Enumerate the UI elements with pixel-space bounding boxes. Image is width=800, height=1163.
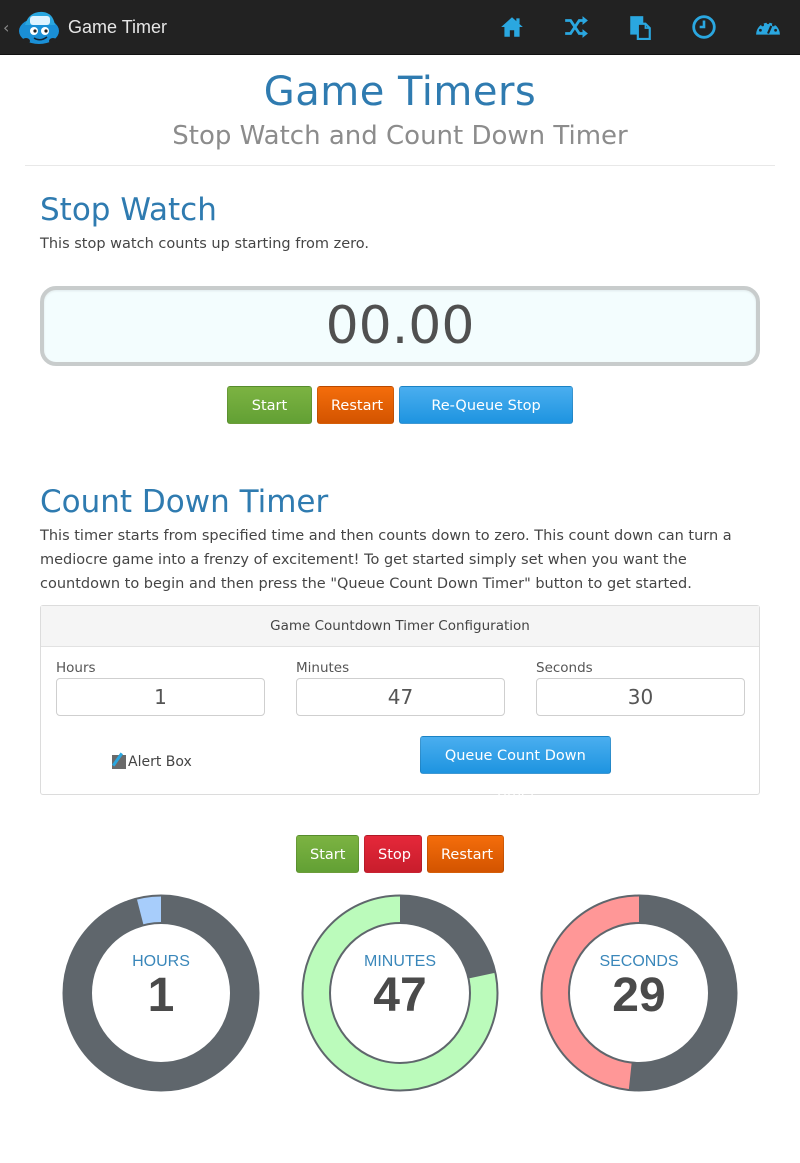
page-content: Game Timers Stop Watch and Count Down Ti… (0, 55, 800, 1093)
requeue-stopwatch-button[interactable]: Re-Queue Stop Watch (399, 386, 573, 452)
stopwatch-section: Stop Watch This stop watch counts up sta… (25, 166, 775, 452)
minutes-input[interactable]: 47 (296, 678, 505, 716)
dashboard-icon (756, 21, 780, 35)
seconds-input[interactable]: 30 (536, 678, 745, 716)
hours-dial: HOURS 1 (61, 893, 261, 1093)
minutes-dial: MINUTES 47 (300, 893, 500, 1093)
app-logo-car-icon[interactable] (17, 7, 61, 47)
stopwatch-display: 00.00 (40, 286, 760, 366)
countdown-description: This timer starts from specified time an… (40, 528, 732, 592)
hours-input[interactable]: 1 (56, 678, 265, 716)
app-title: Game Timer (68, 16, 168, 37)
countdown-stop-button[interactable]: Stop (364, 835, 422, 873)
countdown-config-panel: Game Countdown Timer Configuration Hours… (40, 605, 760, 802)
stopwatch-restart-button[interactable]: Restart (317, 386, 394, 424)
hours-dial-value: 1 (147, 969, 175, 1022)
stopwatch-start-button[interactable]: Start (227, 386, 312, 424)
minutes-label: Minutes (296, 660, 350, 676)
countdown-section: Count Down Timer This timer starts from … (25, 424, 775, 873)
shuffle-icon (565, 16, 588, 38)
minutes-field: Minutes 47 (296, 660, 505, 716)
page-subtitle: Stop Watch and Count Down Timer (172, 121, 628, 151)
seconds-dial: SECONDS 29 (539, 893, 739, 1093)
seconds-field: Seconds 30 (536, 660, 745, 716)
stopwatch-description: This stop watch counts up starting from … (40, 236, 369, 252)
time-fields: Hours 1 Minutes 47 Seconds 30 (56, 660, 745, 716)
documents-button[interactable] (608, 0, 672, 55)
action-bar: ‹ Game Timer (0, 0, 800, 55)
countdown-restart-button[interactable]: Restart (427, 835, 504, 873)
alert-box-label: Alert Box (128, 754, 192, 770)
shuffle-button[interactable] (544, 0, 608, 55)
clock-icon (692, 15, 716, 39)
dashboard-button[interactable] (736, 0, 800, 55)
home-icon (501, 17, 523, 37)
countdown-heading: Count Down Timer (40, 484, 329, 520)
alert-box-option[interactable]: Alert Box (112, 754, 192, 770)
seconds-dial-value: 29 (612, 969, 666, 1022)
documents-icon (630, 16, 651, 40)
countdown-buttons: Start Stop Restart (40, 835, 760, 873)
home-button[interactable] (480, 0, 544, 55)
minutes-dial-value: 47 (373, 969, 427, 1022)
hours-field: Hours 1 (56, 660, 265, 716)
page-title: Game Timers (263, 69, 537, 115)
timer-button[interactable] (672, 0, 736, 55)
config-panel-body: Hours 1 Minutes 47 Seconds 30 Alert Box … (41, 647, 759, 802)
countdown-start-button[interactable]: Start (296, 835, 359, 873)
up-navigation-icon[interactable]: ‹ (3, 18, 13, 37)
hero-header: Game Timers Stop Watch and Count Down Ti… (25, 55, 775, 166)
action-bar-actions (480, 0, 800, 55)
seconds-label: Seconds (536, 660, 593, 676)
config-options: Alert Box Queue Count Down Timer (56, 736, 744, 802)
stopwatch-buttons: Start Restart Re-Queue Stop Watch (40, 386, 760, 452)
config-panel-title: Game Countdown Timer Configuration (41, 606, 759, 647)
alert-box-checkbox[interactable] (112, 755, 126, 769)
hours-label: Hours (56, 660, 96, 676)
stopwatch-heading: Stop Watch (40, 192, 217, 228)
countdown-dials: HOURS 1 MINUTES 47 SECONDS 29 (25, 893, 775, 1093)
queue-countdown-button[interactable]: Queue Count Down Timer (419, 736, 611, 802)
